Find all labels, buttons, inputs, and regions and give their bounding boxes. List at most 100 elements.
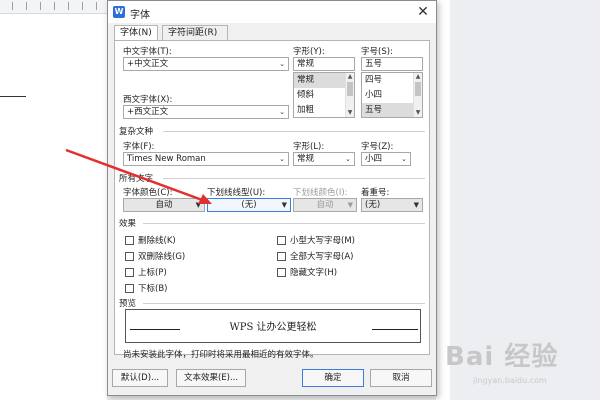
underline-type-select[interactable]: (无) ▼ (207, 198, 291, 212)
checkbox-label: 隐藏文字(H) (290, 268, 338, 278)
chinese-font-select[interactable]: +中文正文 ⌄ (123, 57, 289, 71)
checkbox-label: 下标(B) (138, 284, 168, 294)
complex-style-select[interactable]: 常规 ⌄ (293, 152, 355, 166)
checkbox-label: 小型大写字母(M) (290, 236, 355, 246)
complex-size-select[interactable]: 小四 ⌄ (361, 152, 411, 166)
emphasis-mark-select[interactable]: (无) ▼ (361, 198, 423, 212)
watermark-site: jingyan.baidu.com (473, 376, 547, 385)
scroll-down-icon[interactable]: ▼ (414, 109, 422, 117)
divider (143, 223, 425, 224)
complex-font-label: 字体(F): (123, 142, 155, 152)
checkbox-label: 上标(P) (138, 268, 167, 278)
underline-type-value: (无) (241, 200, 257, 210)
complex-font-select[interactable]: Times New Roman ⌄ (123, 152, 289, 166)
document-page (0, 14, 107, 400)
text-effect-button[interactable]: 文本效果(E)... (176, 369, 246, 387)
default-button[interactable]: 默认(D)... (112, 369, 168, 387)
checkbox-box[interactable] (125, 267, 134, 277)
scroll-thumb[interactable] (415, 82, 421, 96)
effects-section-label: 效果 (119, 219, 137, 229)
complex-size-value: 小四 (365, 154, 383, 164)
checkbox-box[interactable] (125, 235, 134, 245)
font-style-input[interactable]: 常规 (293, 57, 355, 71)
checkbox-label: 双删除线(G) (138, 252, 186, 262)
baidu-watermark: Bai 经验 jingyan.baidu.com (445, 336, 595, 396)
cancel-button[interactable]: 取消 (370, 369, 432, 387)
font-color-select[interactable]: 自动 ▼ (123, 198, 205, 212)
font-style-label: 字形(Y): (293, 47, 325, 57)
checkbox-box[interactable] (125, 283, 134, 293)
dialog-titlebar: W 字体 ✕ (108, 1, 436, 23)
chevron-down-icon: ⌄ (279, 108, 285, 116)
font-tab-panel: 中文字体(T): +中文正文 ⌄ 字形(Y): 常规 常规 倾斜 加粗 ▲ ▼ … (114, 40, 430, 360)
double-strikethrough-checkbox[interactable]: 双删除线(G) (125, 250, 185, 262)
preview-text: WPS 让办公更轻松 (229, 322, 317, 333)
scroll-up-icon[interactable]: ▲ (414, 73, 422, 81)
dialog-title: 字体 (130, 10, 150, 21)
ok-button[interactable]: 确定 (302, 369, 364, 387)
hidden-text-checkbox[interactable]: 隐藏文字(H) (277, 266, 337, 278)
chevron-down-icon: ⌄ (345, 155, 351, 163)
chevron-down-icon: ⌄ (279, 60, 285, 68)
wps-app-icon: W (113, 6, 125, 18)
underline-color-label: 下划线颜色(I): (293, 188, 348, 198)
dropdown-triangle-icon: ▼ (347, 201, 353, 209)
font-dialog: W 字体 ✕ 字体(N) 字符间距(R) 中文字体(T): +中文正文 ⌄ 字形… (107, 0, 437, 396)
dropdown-triangle-icon: ▼ (413, 201, 419, 209)
subscript-checkbox[interactable]: 下标(B) (125, 282, 167, 294)
document-rule-line (0, 96, 26, 97)
scroll-down-icon[interactable]: ▼ (346, 109, 354, 117)
scroll-up-icon[interactable]: ▲ (346, 73, 354, 81)
font-size-list[interactable]: 四号 小四 五号 ▲ ▼ (361, 72, 423, 118)
font-size-value: 五号 (365, 59, 383, 69)
underline-type-label: 下划线线型(U): (207, 188, 266, 198)
font-size-label: 字号(S): (361, 47, 393, 57)
tab-character-spacing[interactable]: 字符间距(R) (162, 25, 228, 41)
underline-color-select[interactable]: 自动 ▼ (293, 198, 357, 212)
chevron-down-icon: ⌄ (279, 155, 285, 163)
font-color-value: 自动 (155, 200, 173, 210)
chinese-font-value: +中文正文 (127, 59, 169, 69)
font-note: 尚未安装此字体，打印时将采用最相近的有效字体。 (123, 350, 319, 360)
checkbox-box[interactable] (277, 251, 286, 261)
preview-box: WPS 让办公更轻松 (125, 309, 421, 343)
preview-section-label: 预览 (119, 299, 137, 309)
checkbox-box[interactable] (277, 235, 286, 245)
checkbox-label: 全部大写字母(A) (290, 252, 354, 262)
divider (143, 303, 425, 304)
western-font-label: 西文字体(X): (123, 95, 173, 105)
strikethrough-checkbox[interactable]: 删除线(K) (125, 234, 176, 246)
complex-size-label: 字号(Z): (361, 142, 394, 152)
close-icon[interactable]: ✕ (414, 3, 432, 21)
watermark-logo: Bai 经验 (445, 342, 559, 372)
western-font-select[interactable]: +西文正文 ⌄ (123, 105, 289, 119)
complex-style-value: 常规 (297, 154, 315, 164)
chinese-font-label: 中文字体(T): (123, 47, 172, 57)
divider (163, 178, 425, 179)
complex-style-label: 字形(L): (293, 142, 325, 152)
scroll-thumb[interactable] (347, 82, 353, 96)
western-font-value: +西文正文 (127, 107, 169, 117)
font-style-value: 常规 (297, 59, 315, 69)
dropdown-triangle-icon: ▼ (195, 201, 201, 209)
dropdown-triangle-icon: ▼ (281, 201, 287, 209)
scrollbar[interactable]: ▲ ▼ (345, 73, 354, 117)
superscript-checkbox[interactable]: 上标(P) (125, 266, 167, 278)
small-caps-checkbox[interactable]: 小型大写字母(M) (277, 234, 355, 246)
font-color-label: 字体颜色(C): (123, 188, 173, 198)
checkbox-label: 删除线(K) (138, 236, 176, 246)
scrollbar[interactable]: ▲ ▼ (413, 73, 422, 117)
divider (163, 131, 425, 132)
all-text-section-label: 所有文字 (119, 174, 154, 184)
complex-section-label: 复杂文种 (119, 127, 154, 137)
preview-line-right (372, 329, 418, 330)
ruler (0, 0, 110, 14)
emphasis-mark-label: 着重号: (361, 188, 390, 198)
font-style-list[interactable]: 常规 倾斜 加粗 ▲ ▼ (293, 72, 355, 118)
all-caps-checkbox[interactable]: 全部大写字母(A) (277, 250, 353, 262)
font-size-input[interactable]: 五号 (361, 57, 423, 71)
underline-color-value: 自动 (316, 200, 334, 210)
checkbox-box[interactable] (277, 267, 286, 277)
complex-font-value: Times New Roman (127, 154, 206, 164)
checkbox-box[interactable] (125, 251, 134, 261)
